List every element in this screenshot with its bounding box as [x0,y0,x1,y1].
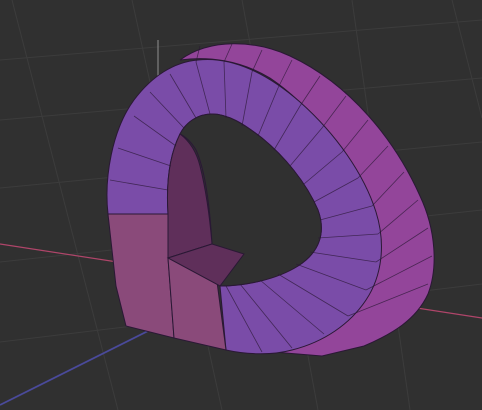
lower-left-block-face[interactable] [107,213,175,339]
grid-line [11,0,119,410]
grid-line [451,0,482,119]
3d-viewport[interactable] [0,0,482,410]
arch-ring-mesh[interactable] [106,43,435,357]
viewport-canvas[interactable] [0,0,482,410]
